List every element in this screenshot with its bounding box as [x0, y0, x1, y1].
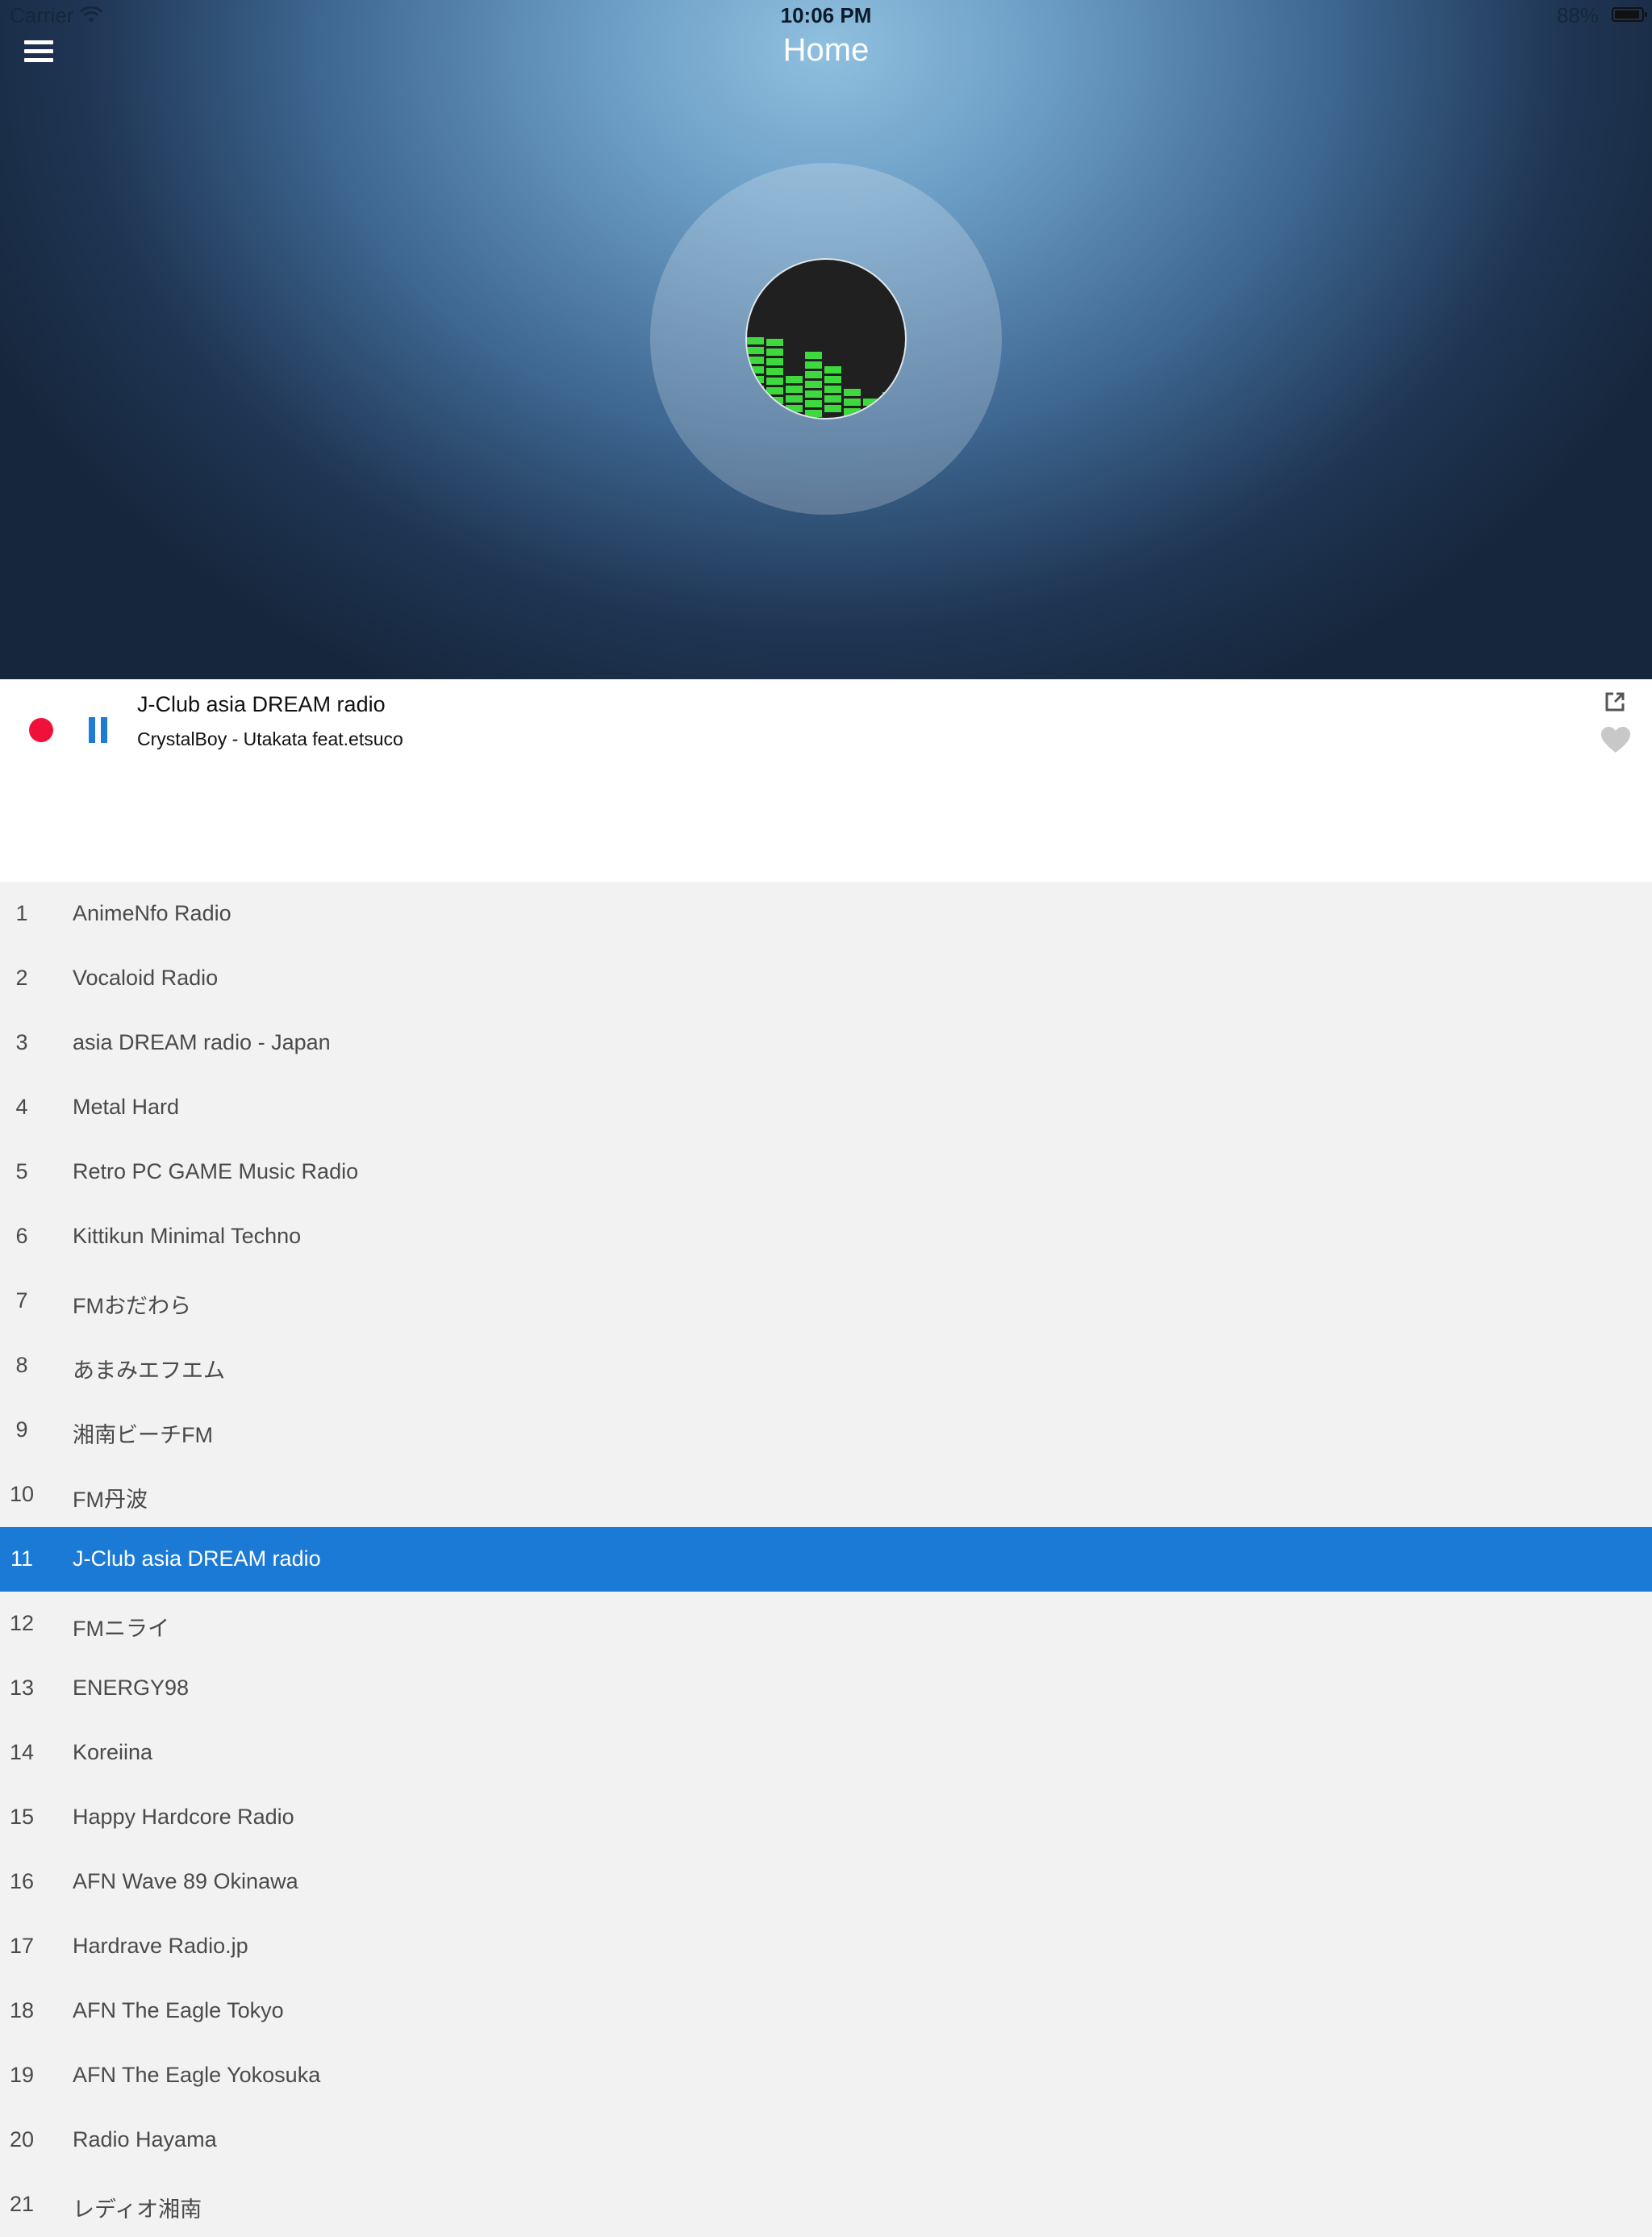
clock: 10:06 PM — [780, 3, 872, 27]
station-name: Radio Hayama — [73, 2127, 217, 2151]
station-row[interactable]: 16 AFN Wave 89 Okinawa — [0, 1850, 1652, 1914]
hero-header: Carrier 10:06 PM 88% Home — [0, 0, 1652, 679]
station-name: AFN The Eagle Tokyo — [73, 1998, 284, 2022]
page-title: Home — [782, 32, 870, 68]
station-name: FM丹波 — [73, 1488, 148, 1512]
station-row[interactable]: 17 Hardrave Radio.jp — [0, 1914, 1652, 1979]
station-row[interactable]: 12 FMニライ — [0, 1592, 1652, 1656]
station-number: 3 — [15, 1030, 28, 1054]
station-number: 8 — [15, 1353, 28, 1377]
station-number: 1 — [15, 901, 28, 925]
station-number: 5 — [15, 1159, 28, 1183]
pause-button[interactable] — [87, 717, 110, 743]
station-name: Retro PC GAME Music Radio — [73, 1159, 359, 1183]
record-button[interactable] — [29, 718, 53, 742]
station-number: 13 — [9, 1676, 35, 1700]
station-number: 14 — [9, 1740, 35, 1764]
station-number: 4 — [15, 1095, 28, 1119]
station-number: 11 — [10, 1546, 34, 1571]
favorite-heart-icon[interactable] — [1600, 726, 1631, 753]
station-name: FMニライ — [73, 1617, 169, 1641]
station-row[interactable]: 3 asia DREAM radio - Japan — [0, 1011, 1652, 1075]
station-name: Kittikun Minimal Techno — [73, 1224, 302, 1248]
station-number: 2 — [15, 966, 28, 990]
station-number: 20 — [9, 2127, 35, 2151]
station-row[interactable]: 15 Happy Hardcore Radio — [0, 1785, 1652, 1850]
station-number: 15 — [9, 1805, 35, 1829]
station-row[interactable]: 1 AnimeNfo Radio — [0, 882, 1652, 946]
station-number: 9 — [15, 1417, 28, 1442]
now-playing-station: J-Club asia DREAM radio — [137, 692, 386, 716]
station-name: レディオ湘南 — [73, 2197, 202, 2222]
station-row[interactable]: 6 Kittikun Minimal Techno — [0, 1204, 1652, 1269]
station-row[interactable]: 4 Metal Hard — [0, 1075, 1652, 1140]
station-name: Vocaloid Radio — [73, 966, 219, 990]
station-list: 1 AnimeNfo Radio 2 Vocaloid Radio 3 asia DREA… — [0, 882, 1652, 2237]
station-number: 6 — [15, 1224, 28, 1248]
share-icon[interactable] — [1604, 691, 1626, 713]
station-name: asia DREAM radio - Japan — [73, 1030, 331, 1054]
battery-percent: 88% — [1556, 3, 1599, 27]
station-name: あまみエフエム — [73, 1358, 225, 1383]
station-row[interactable]: 10 FM丹波 — [0, 1463, 1652, 1527]
station-number: 16 — [9, 1869, 35, 1893]
station-name: AnimeNfo Radio — [73, 901, 232, 925]
battery-icon — [1612, 7, 1647, 22]
status-bar: Carrier 10:06 PM 88% — [0, 0, 1652, 32]
station-number: 21 — [9, 2192, 35, 2216]
station-row[interactable]: 5 Retro PC GAME Music Radio — [0, 1140, 1652, 1204]
station-number: 10 — [9, 1482, 35, 1506]
station-row[interactable]: 21 レディオ湘南 — [0, 2172, 1652, 2237]
station-row[interactable]: 19 AFN The Eagle Yokosuka — [0, 2043, 1652, 2108]
station-name: Happy Hardcore Radio — [73, 1805, 294, 1829]
station-row[interactable]: 9 湘南ビーチFM — [0, 1398, 1652, 1463]
now-playing-track: CrystalBoy - Utakata feat.etsuco — [137, 728, 403, 749]
station-name: AFN The Eagle Yokosuka — [73, 2063, 321, 2087]
station-name: 湘南ビーチFM — [73, 1423, 213, 1447]
equalizer-artwork — [745, 258, 907, 419]
station-number: 7 — [15, 1288, 28, 1313]
station-row[interactable]: 20 Radio Hayama — [0, 2108, 1652, 2172]
station-name: AFN Wave 89 Okinawa — [73, 1869, 298, 1893]
station-number: 17 — [9, 1934, 35, 1958]
station-name: Koreiina — [73, 1740, 153, 1764]
station-row[interactable]: 18 AFN The Eagle Tokyo — [0, 1979, 1652, 2043]
station-name: Metal Hard — [73, 1095, 180, 1119]
station-number: 12 — [9, 1611, 35, 1635]
station-number: 18 — [9, 1998, 35, 2022]
station-row[interactable]: 8 あまみエフエム — [0, 1333, 1652, 1398]
station-name: J-Club asia DREAM radio — [73, 1546, 321, 1571]
station-name: Hardrave Radio.jp — [73, 1934, 248, 1958]
station-row[interactable]: 13 ENERGY98 — [0, 1656, 1652, 1721]
station-name: FMおだわら — [73, 1294, 191, 1318]
station-number: 19 — [9, 2063, 35, 2087]
station-name: ENERGY98 — [73, 1676, 190, 1700]
station-row[interactable]: 2 Vocaloid Radio — [0, 946, 1652, 1011]
station-row[interactable]: 7 FMおだわら — [0, 1269, 1652, 1333]
station-row[interactable]: 14 Koreiina — [0, 1721, 1652, 1785]
station-row[interactable]: 11 J-Club asia DREAM radio — [0, 1527, 1652, 1592]
equalizer-icon — [747, 337, 899, 417]
